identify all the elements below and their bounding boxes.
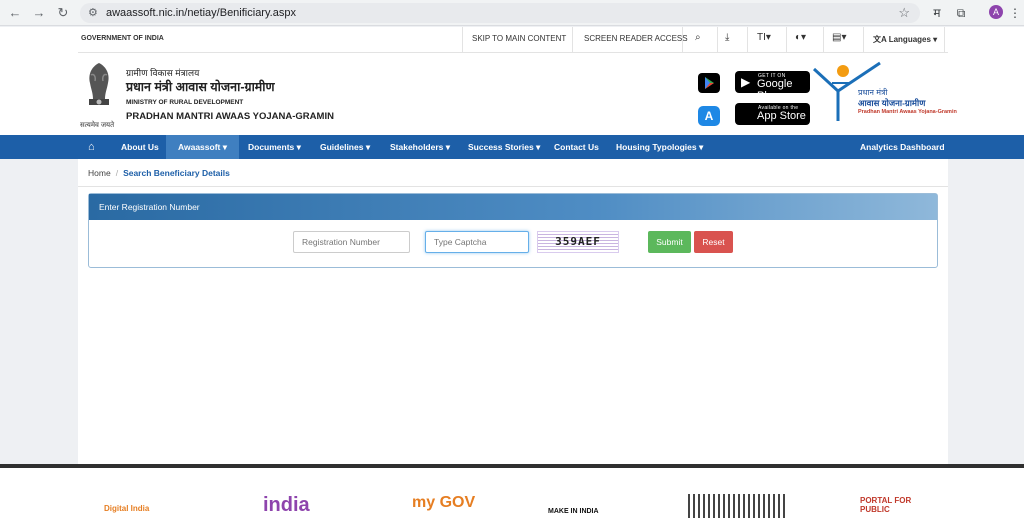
captcha-image: 359AEF: [537, 231, 619, 253]
divider: [717, 27, 718, 53]
scheme-english: PRADHAN MANTRI AWAAS YOJANA-GRAMIN: [126, 111, 334, 122]
avatar[interactable]: A: [989, 5, 1003, 19]
play-triangle-icon: ▶: [741, 75, 751, 89]
screen-reader-link[interactable]: SCREEN READER ACCESS: [584, 34, 688, 43]
back-icon[interactable]: ←: [6, 4, 24, 22]
url-text[interactable]: awaassoft.nic.in/netiay/Benificiary.aspx: [106, 7, 296, 19]
app-store-icon[interactable]: A: [698, 106, 720, 126]
breadcrumb-home[interactable]: Home: [88, 168, 111, 178]
divider: [823, 27, 824, 53]
nav-item-analytics-dashboard[interactable]: Analytics Dashboard: [860, 135, 945, 159]
government-label: GOVERNMENT OF INDIA: [81, 35, 164, 42]
ministry-english: MINISTRY OF RURAL DEVELOPMENT: [126, 99, 244, 106]
submit-button[interactable]: Submit: [648, 231, 691, 253]
site-settings-icon[interactable]: ⚙: [88, 6, 98, 19]
main-content: Home / Search Beneficiary Details Enter Re…: [78, 159, 948, 465]
panel-title: Enter Registration Number: [89, 194, 937, 220]
nav-item-awaassoft[interactable]: Awaassoft ▾: [166, 135, 239, 159]
home-icon[interactable]: ⌂: [88, 135, 95, 159]
divider: [747, 27, 748, 53]
mygov-logo[interactable]: my GOV: [412, 494, 475, 512]
india-logo[interactable]: india: [263, 494, 310, 517]
puzzle-icon[interactable]: ⧉: [952, 4, 970, 22]
pmay-logo-hindi-2: आवास योजना-ग्रामीण: [858, 98, 926, 108]
nav-item-housing-typologies[interactable]: Housing Typologies ▾: [608, 135, 711, 159]
divider: [572, 27, 573, 53]
contrast-icon[interactable]: ◐▾: [795, 32, 806, 43]
breadcrumb-current: Search Beneficiary Details: [123, 168, 230, 178]
address-bar[interactable]: ⚙ awaassoft.nic.in/netiay/Benificiary.as…: [80, 3, 920, 23]
reset-button[interactable]: Reset: [694, 231, 733, 253]
extension-icon[interactable]: म: [928, 4, 946, 22]
search-panel: Enter Registration Number 359AEF Submit …: [88, 193, 938, 268]
captcha-input[interactable]: [425, 231, 529, 253]
nav-item-about-us[interactable]: About Us: [113, 135, 167, 159]
divider: [944, 27, 945, 53]
skip-to-main-link[interactable]: SKIP TO MAIN CONTENT: [472, 34, 566, 43]
registration-number-input[interactable]: [293, 231, 410, 253]
footer-logos: Digital India india my GOV MAKE IN INDIA…: [0, 468, 1024, 518]
app-store-badge[interactable]: Available on the App Store: [735, 103, 810, 125]
main-nav: ⌂ About Us Awaassoft ▾ Documents ▾ Guide…: [0, 135, 1024, 159]
pmay-logo-english: Pradhan Mantri Awaas Yojana-Gramin: [858, 109, 957, 115]
menu-kebab-icon[interactable]: ⋮: [1006, 4, 1024, 22]
nav-item-contact-us[interactable]: Contact Us: [546, 135, 607, 159]
nav-item-stakeholders[interactable]: Stakeholders ▾: [382, 135, 458, 159]
nav-item-documents[interactable]: Documents ▾: [240, 135, 309, 159]
divider: [682, 27, 683, 53]
breadcrumb: Home / Search Beneficiary Details: [88, 168, 230, 178]
nav-item-guidelines[interactable]: Guidelines ▾: [312, 135, 378, 159]
digital-india-logo[interactable]: Digital India: [104, 504, 149, 513]
browser-toolbar: ← → ↻ ⚙ awaassoft.nic.in/netiay/Benifici…: [0, 0, 1024, 26]
make-in-india-logo[interactable]: MAKE IN INDIA: [548, 508, 599, 515]
emblem-caption: सत्यमेव जयते: [80, 122, 115, 129]
national-emblem-icon: [89, 63, 109, 105]
reload-icon[interactable]: ↻: [54, 4, 72, 22]
divider: [78, 186, 948, 187]
divider: [863, 27, 864, 53]
sitemap-icon[interactable]: ▤▾: [832, 32, 846, 43]
bookmark-star-icon[interactable]: ☆: [898, 5, 910, 21]
text-size-icon[interactable]: TI▾: [757, 32, 771, 43]
forward-icon[interactable]: →: [30, 4, 48, 22]
public-portal-logo[interactable]: PORTAL FOR PUBLIC: [860, 496, 930, 514]
utility-bar: GOVERNMENT OF INDIA SKIP TO MAIN CONTENT…: [0, 27, 1024, 53]
divider: [786, 27, 787, 53]
google-play-icon[interactable]: [698, 73, 720, 93]
languages-dropdown[interactable]: 文A Languages ▾: [873, 34, 937, 45]
search-icon[interactable]: ⌕: [695, 32, 701, 43]
nav-item-success-stories[interactable]: Success Stories ▾: [460, 135, 548, 159]
download-icon[interactable]: ⤓: [725, 32, 729, 43]
divider: [462, 27, 463, 53]
pmay-logo-hindi-1: प्रधान मंत्री: [858, 88, 888, 97]
google-play-badge[interactable]: ▶ GET IT ON Google Play: [735, 71, 810, 102]
scheme-hindi: प्रधान मंत्री आवास योजना-ग्रामीण: [126, 80, 275, 94]
site-header: सत्यमेव जयते ग्रामीण विकास मंत्रालय प्रध…: [0, 53, 1024, 135]
parliament-logo[interactable]: [688, 494, 788, 518]
